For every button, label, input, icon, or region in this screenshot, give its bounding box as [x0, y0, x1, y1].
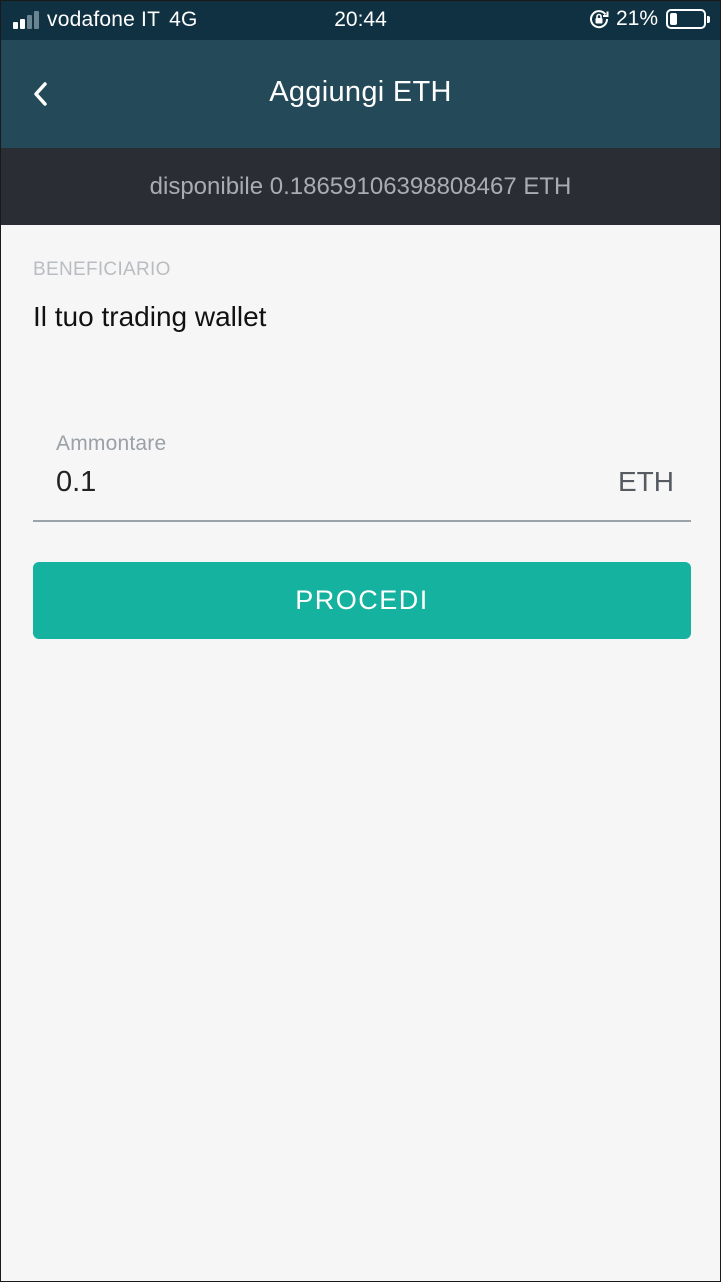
rotation-lock-icon: [589, 10, 609, 29]
battery-level-fill: [670, 13, 677, 25]
battery-icon: [666, 9, 710, 29]
amount-input[interactable]: [56, 462, 556, 502]
screen: vodafone IT 4G 20:44 21% Aggiungi ETH di…: [0, 0, 721, 1282]
amount-label: Ammontare: [56, 432, 167, 455]
beneficiary-label: BENEFICIARIO: [33, 259, 171, 280]
battery-percent: 21%: [615, 7, 658, 30]
amount-unit: ETH: [618, 466, 674, 497]
status-bar: vodafone IT 4G 20:44 21%: [1, 1, 720, 40]
available-balance: disponibile 0.18659106398808467 ETH: [1, 148, 720, 225]
app-header: Aggiungi ETH: [1, 40, 720, 148]
amount-field[interactable]: Ammontare ETH: [33, 426, 691, 522]
proceed-button[interactable]: PROCEDI: [33, 562, 691, 639]
status-right: 21%: [588, 7, 710, 31]
beneficiary-value: Il tuo trading wallet: [33, 301, 267, 332]
page-title: Aggiungi ETH: [269, 76, 452, 108]
